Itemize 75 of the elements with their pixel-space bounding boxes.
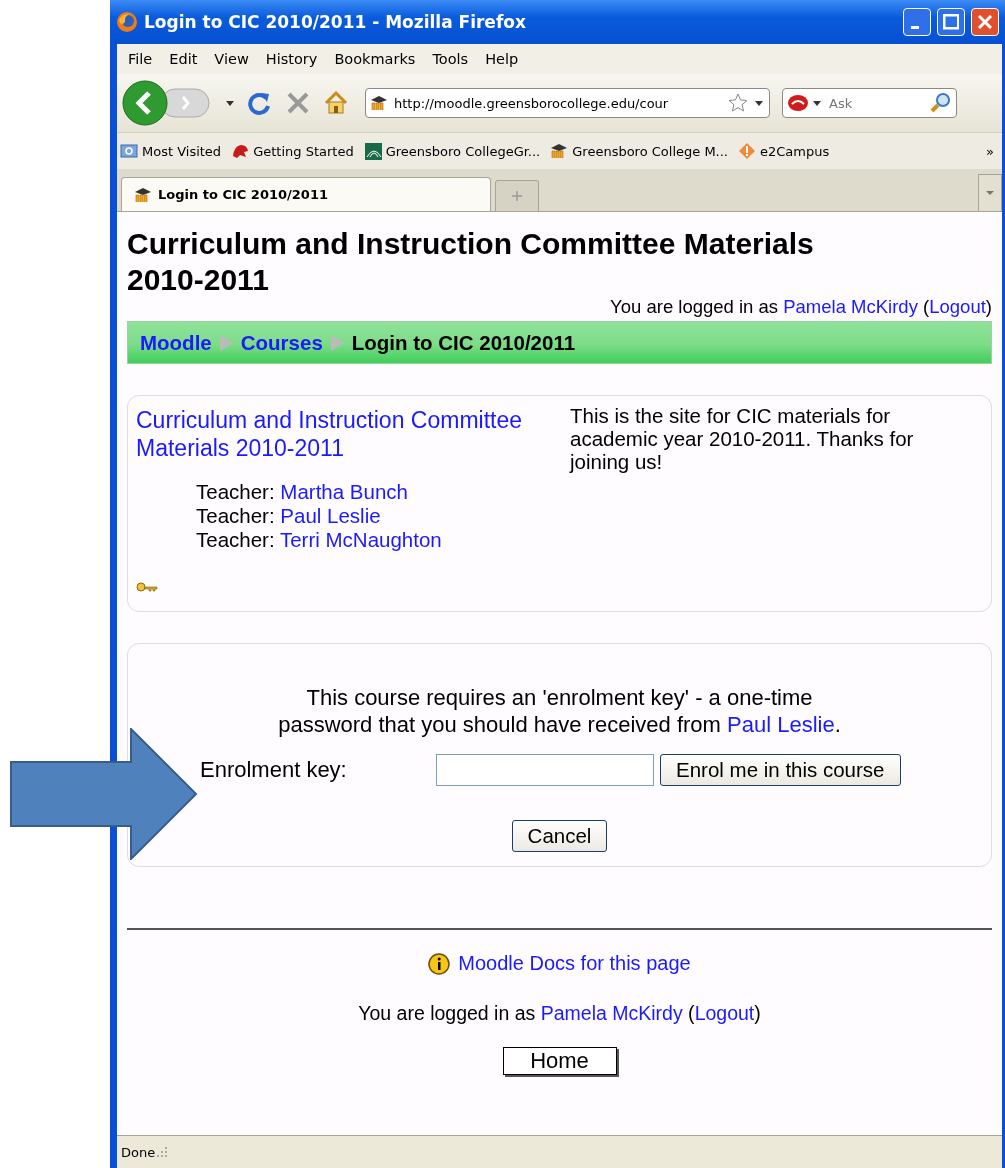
bookmark-item[interactable]: Greensboro College M... — [550, 142, 728, 160]
cancel-button[interactable]: Cancel — [511, 820, 608, 852]
bookmark-item[interactable]: e2Campus — [738, 142, 830, 160]
page-heading: Curriculum and Instruction Committee Materials 2010-2011 — [127, 226, 815, 298]
browser-tab[interactable]: Login to CIC 2010/2011 — [121, 177, 491, 211]
menu-item[interactable]: File — [121, 49, 163, 69]
home-button[interactable]: Home — [502, 1046, 617, 1075]
window-title: Login to CIC 2010/2011 - Mozilla Firefox — [144, 12, 527, 32]
reload-icon[interactable] — [247, 90, 273, 116]
logout-link[interactable]: Logout — [694, 1001, 755, 1024]
maximize-icon — [942, 14, 960, 30]
login-info: You are logged in as Pamela McKirdy (Logout) — [609, 296, 992, 318]
bookmark-item[interactable]: Most Visited — [120, 142, 222, 160]
user-link[interactable]: Pamela McKirdy — [783, 296, 918, 317]
enrolment-key-field[interactable] — [436, 754, 654, 786]
teacher-link[interactable]: Martha Bunch — [280, 480, 408, 503]
status-text: Done — [121, 1144, 156, 1160]
course-title-link[interactable]: Curriculum and Instruction Committee Materials 2010-2011 — [136, 406, 570, 462]
maximize-button[interactable] — [937, 8, 965, 36]
teacher-line: Teacher: Martha Bunch — [196, 480, 409, 504]
teacher-line: Teacher: Paul Leslie — [196, 504, 382, 528]
info-icon — [428, 952, 451, 975]
teacher-line: Teacher: Terri McNaughton — [196, 528, 443, 552]
star-icon[interactable] — [728, 93, 748, 113]
docs-link[interactable]: Moodle Docs for this page — [458, 952, 691, 975]
breadcrumb-current: Login to CIC 2010/2011 — [351, 330, 576, 355]
menu-item[interactable]: Help — [478, 49, 529, 69]
separator-icon — [219, 334, 233, 351]
dropdown-icon[interactable] — [225, 98, 235, 108]
search-icon[interactable] — [930, 92, 952, 114]
close-button[interactable] — [971, 8, 999, 36]
close-icon — [978, 15, 992, 29]
teacher-link[interactable]: Paul Leslie — [280, 504, 381, 527]
login-info: You are logged in as Pamela McKirdy (Logout) — [357, 1001, 762, 1025]
home-icon[interactable] — [323, 90, 349, 116]
logout-link[interactable]: Logout — [929, 296, 986, 317]
search-engine-icon[interactable] — [787, 93, 809, 113]
dropdown-icon — [986, 191, 994, 195]
back-forward-icon[interactable] — [121, 79, 213, 127]
menu-item[interactable]: Bookmarks — [327, 49, 426, 69]
teacher-link[interactable]: Terri McNaughton — [279, 528, 442, 551]
bird-icon — [231, 142, 250, 160]
menu-item[interactable]: History — [258, 49, 328, 69]
user-link[interactable]: Pamela McKirdy — [540, 1001, 683, 1024]
teacher-link[interactable]: Paul Leslie — [727, 712, 835, 737]
field-label: Enrolment key: — [200, 757, 348, 783]
dropdown-icon[interactable] — [754, 98, 764, 108]
site-icon — [134, 185, 152, 204]
address-field[interactable]: http://moodle.greensborocollege.edu/cour — [365, 88, 770, 118]
menu-item[interactable]: Edit — [162, 49, 208, 69]
bookmark-item[interactable]: Greensboro CollegeGr... — [363, 142, 541, 160]
site-icon — [370, 94, 388, 112]
resize-grip-icon[interactable] — [155, 1145, 170, 1159]
menu-item[interactable]: Tools — [425, 49, 479, 69]
minimize-icon — [911, 26, 919, 29]
enrol-button[interactable]: Enrol me in this course — [660, 754, 901, 786]
breadcrumb-link[interactable]: Courses — [240, 330, 323, 355]
bookmark-item[interactable]: Getting Started — [231, 142, 354, 160]
key-icon — [136, 582, 158, 593]
bookmarks-overflow[interactable]: » — [986, 143, 994, 159]
dropdown-icon[interactable] — [812, 98, 822, 108]
separator-icon — [330, 334, 344, 351]
folder-icon — [120, 142, 138, 160]
tree-icon — [363, 142, 382, 160]
breadcrumb-link[interactable]: Moodle — [140, 330, 212, 355]
menu-item[interactable]: View — [207, 49, 259, 69]
site-icon — [550, 142, 569, 160]
browser-logo-icon — [116, 11, 138, 33]
search-field[interactable]: Ask — [782, 88, 957, 118]
course-summary: This is the site for CIC materials for academic year 2010-2011. Thanks for joining us! — [570, 404, 915, 475]
stop-icon[interactable] — [285, 90, 311, 116]
minimize-button[interactable] — [903, 8, 931, 36]
diamond-icon — [738, 142, 756, 160]
enrol-message: This course requires an 'enrolment key' - a one-time password that you should have received from Paul Leslie. — [277, 684, 842, 738]
plus-icon — [512, 191, 522, 201]
